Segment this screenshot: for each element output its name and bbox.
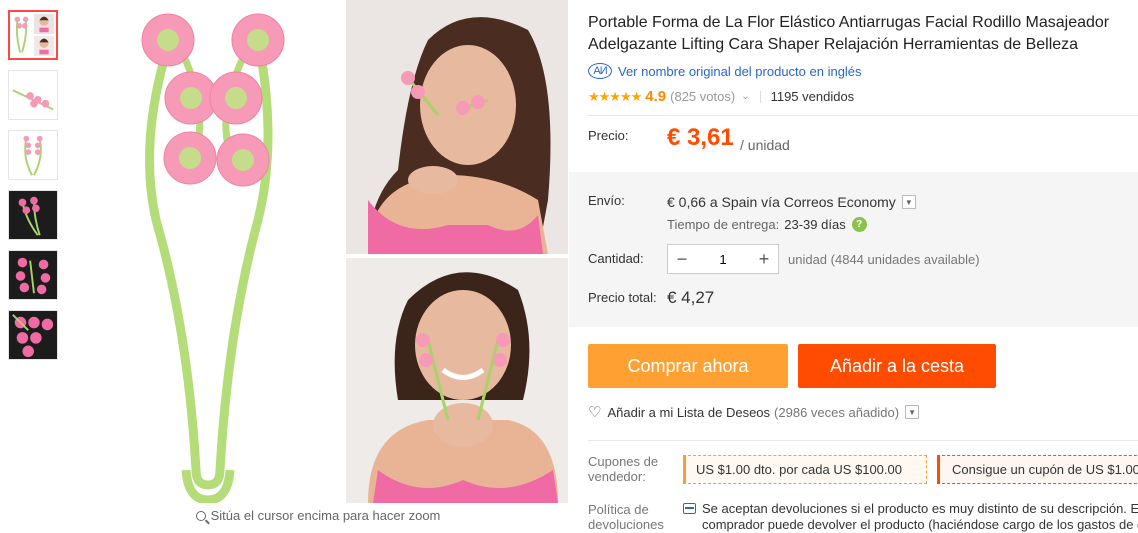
- shipping-section: Envío: € 0,66 a Spain vía Correos Econom…: [569, 172, 1138, 327]
- translate-icon: AИ: [588, 63, 612, 79]
- zoom-hint-text: Sitúa el cursor encima para hacer zoom: [210, 508, 441, 523]
- view-original-name-link[interactable]: AИ Ver nombre original del producto en i…: [588, 63, 862, 79]
- increase-quantity-button[interactable]: +: [750, 245, 778, 273]
- thumbnail-roller-dark[interactable]: [8, 190, 58, 240]
- add-to-wishlist-link[interactable]: ♡ Añadir a mi Lista de Deseos (2986 vece…: [588, 403, 920, 421]
- divider: [588, 440, 1138, 441]
- quantity-stepper: − +: [667, 244, 779, 274]
- thumbnail-roller-heads-dark[interactable]: [8, 310, 58, 360]
- magnifier-icon: [195, 511, 206, 521]
- help-icon[interactable]: ?: [851, 217, 867, 232]
- chevron-down-icon[interactable]: ⌄: [741, 91, 749, 102]
- sold-count: 1195 vendidos: [770, 89, 855, 104]
- quantity-available: unidad (4844 unidades available): [788, 252, 980, 267]
- divider: [759, 90, 761, 103]
- wishlist-text[interactable]: Añadir a mi Lista de Deseos: [607, 405, 770, 420]
- rating-bar: ★★★★★ 4.9 (825 votos) ⌄ 1195 vendidos: [588, 88, 854, 105]
- heart-plus-icon: ♡: [588, 404, 602, 421]
- quantity-label: Cantidad:: [588, 251, 644, 266]
- product-info-panel: Portable Forma de La Flor Elástico Antia…: [569, 0, 1138, 533]
- delivery-time: Tiempo de entrega: 23-39 días ?: [667, 217, 867, 232]
- return-policy-line1: Se aceptan devoluciones si el producto e…: [702, 501, 1138, 516]
- shipping-value[interactable]: € 0,66 a Spain vía Correos Economy: [667, 194, 896, 210]
- price-value: € 3,61: [667, 124, 734, 151]
- thumbnail-roller-side[interactable]: [8, 70, 58, 120]
- coupon-get-text[interactable]: Consigue un cupón de US $1.00: [952, 462, 1138, 477]
- delivery-label: Tiempo de entrega:: [667, 217, 780, 232]
- wishlist-count: (2986 veces añadido): [774, 404, 900, 420]
- price-unit: / unidad: [740, 137, 790, 153]
- thumbnail-roller-front[interactable]: [8, 130, 58, 180]
- rating-value: 4.9: [645, 88, 667, 105]
- return-policy-line2: comprador puede devolver el producto (ha…: [702, 517, 1138, 532]
- divider: [588, 115, 1138, 116]
- price-label: Precio:: [588, 128, 629, 143]
- total-price-label: Precio total:: [588, 290, 657, 305]
- thumbnail-list: [8, 10, 58, 370]
- total-price-value: € 4,27: [667, 288, 715, 307]
- coupon-discount-text[interactable]: US $1.00 dto. por cada US $100.00: [696, 462, 902, 477]
- return-policy: Se aceptan devoluciones si el producto e…: [683, 501, 1138, 533]
- return-policy-icon: [683, 503, 696, 514]
- chevron-down-icon[interactable]: ▼: [901, 195, 916, 209]
- seller-coupons-label: Cupones de vendedor:: [588, 454, 659, 484]
- chevron-down-icon[interactable]: ▼: [905, 405, 920, 419]
- return-policy-label: Política de devoluciones: [588, 502, 664, 532]
- quantity-input[interactable]: [696, 251, 750, 267]
- product-title: Portable Forma de La Flor Elástico Antia…: [588, 14, 1110, 53]
- thumbnail-roller-detail-dark[interactable]: [8, 250, 58, 300]
- shipping-selector[interactable]: € 0,66 a Spain vía Correos Economy ▼: [667, 194, 916, 210]
- decrease-quantity-button[interactable]: −: [668, 245, 696, 273]
- view-original-name-text[interactable]: Ver nombre original del producto en ingl…: [618, 64, 862, 79]
- votes-count[interactable]: (825 votos): [670, 89, 735, 104]
- zoom-hint: Sitúa el cursor encima para hacer zoom: [68, 508, 568, 523]
- main-product-image[interactable]: [68, 0, 568, 503]
- coupon-get[interactable]: Consigue un cupón de US $1.00: [937, 455, 1138, 484]
- add-to-cart-button[interactable]: Añadir a la cesta: [798, 344, 996, 388]
- shipping-label: Envío:: [588, 193, 625, 208]
- buy-now-button[interactable]: Comprar ahora: [588, 344, 788, 388]
- thumbnail-roller-and-model[interactable]: [8, 10, 58, 60]
- delivery-days: 23-39 días: [784, 217, 846, 232]
- coupon-discount[interactable]: US $1.00 dto. por cada US $100.00: [683, 455, 927, 484]
- star-rating-icon: ★★★★★: [588, 88, 642, 104]
